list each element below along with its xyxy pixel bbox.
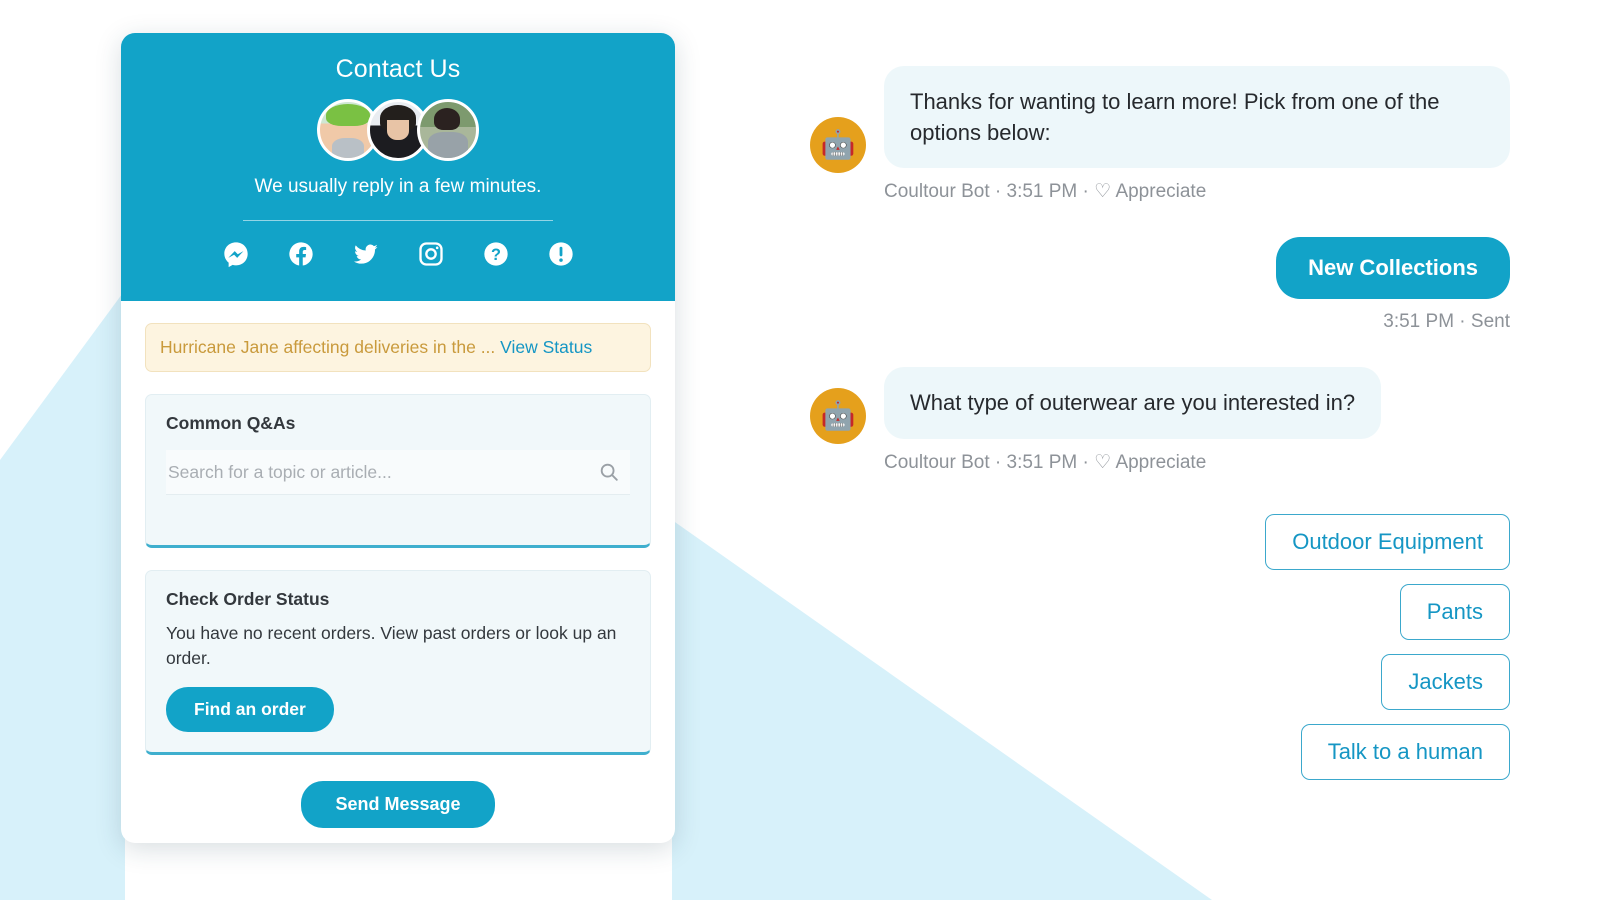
contact-panel: Contact Us We usually reply in a few min… — [121, 33, 675, 843]
quick-reply-options: Outdoor Equipment Pants Jackets Talk to … — [810, 513, 1510, 780]
search-icon[interactable] — [598, 461, 620, 483]
search-field-wrapper[interactable] — [166, 450, 630, 495]
message-incoming-2: 🤖 What type of outerwear are you interes… — [810, 367, 1510, 473]
message-meta-text: Coultour Bot · 3:51 PM · — [884, 451, 1089, 473]
panel-header: Contact Us We usually reply in a few min… — [121, 33, 675, 301]
message-bubble: What type of outerwear are you intereste… — [884, 367, 1382, 439]
screen: Contact Us We usually reply in a few min… — [0, 0, 1600, 900]
view-status-link[interactable]: View Status — [500, 337, 592, 357]
facebook-icon[interactable] — [287, 240, 315, 268]
help-icon[interactable]: ? — [482, 240, 510, 268]
messenger-icon[interactable] — [222, 240, 250, 268]
qa-card-spacer — [166, 495, 630, 525]
page-title: Contact Us — [335, 55, 461, 83]
twitter-icon[interactable] — [352, 240, 380, 268]
message-meta: 3:51 PM · Sent — [1383, 311, 1510, 333]
instagram-icon[interactable] — [417, 240, 445, 268]
header-divider — [243, 220, 553, 221]
send-message-button[interactable]: Send Message — [301, 780, 495, 828]
agent-avatar-group — [121, 99, 675, 161]
check-order-status-body: You have no recent orders. View past ord… — [166, 623, 617, 668]
quick-reply-pants[interactable]: Pants — [1399, 583, 1510, 640]
check-order-status-card: Check Order Status You have no recent or… — [145, 570, 651, 755]
social-links-row: ? — [121, 240, 675, 268]
quick-reply-outdoor-equipment[interactable]: Outdoor Equipment — [1265, 513, 1510, 570]
message-bubble: Thanks for wanting to learn more! Pick f… — [884, 66, 1510, 169]
message-bubble: New Collections — [1276, 237, 1510, 300]
status-banner: Hurricane Jane affecting deliveries in t… — [145, 323, 651, 372]
panel-body: Hurricane Jane affecting deliveries in t… — [121, 301, 675, 828]
appreciate-label[interactable]: Appreciate — [1115, 452, 1206, 473]
agent-avatar-3 — [417, 99, 479, 161]
message-incoming-1: 🤖 Thanks for wanting to learn more! Pick… — [810, 66, 1510, 203]
banner-text: Hurricane Jane affecting deliveries in t… — [160, 337, 496, 357]
chat-thread: 🤖 Thanks for wanting to learn more! Pick… — [810, 66, 1510, 780]
reply-time-note: We usually reply in a few minutes. — [254, 176, 542, 197]
quick-reply-talk-to-a-human[interactable]: Talk to a human — [1300, 723, 1510, 780]
message-outgoing-1: New Collections 3:51 PM · Sent — [810, 237, 1510, 333]
svg-text:?: ? — [491, 246, 501, 264]
robot-icon: 🤖 — [810, 387, 866, 444]
quick-reply-jackets[interactable]: Jackets — [1381, 653, 1510, 710]
check-order-status-title: Check Order Status — [166, 589, 330, 609]
alert-icon[interactable] — [547, 240, 575, 268]
heart-icon[interactable]: ♡ — [1094, 452, 1111, 473]
appreciate-label[interactable]: Appreciate — [1115, 181, 1206, 202]
message-incoming-1-content: Thanks for wanting to learn more! Pick f… — [884, 66, 1510, 203]
message-meta-text: Coultour Bot · 3:51 PM · — [884, 181, 1089, 203]
search-input[interactable] — [168, 461, 598, 483]
decorative-wedge-left — [0, 290, 125, 900]
message-meta: Coultour Bot · 3:51 PM · ♡ Appreciate — [884, 451, 1510, 474]
message-meta: Coultour Bot · 3:51 PM · ♡ Appreciate — [884, 180, 1510, 203]
robot-icon: 🤖 — [810, 117, 866, 174]
send-message-row: Send Message — [145, 755, 651, 828]
common-qa-card: Common Q&As — [145, 394, 651, 548]
common-qa-title: Common Q&As — [166, 413, 296, 433]
heart-icon[interactable]: ♡ — [1094, 181, 1111, 202]
find-an-order-button[interactable]: Find an order — [166, 686, 334, 732]
message-incoming-2-content: What type of outerwear are you intereste… — [884, 367, 1510, 473]
